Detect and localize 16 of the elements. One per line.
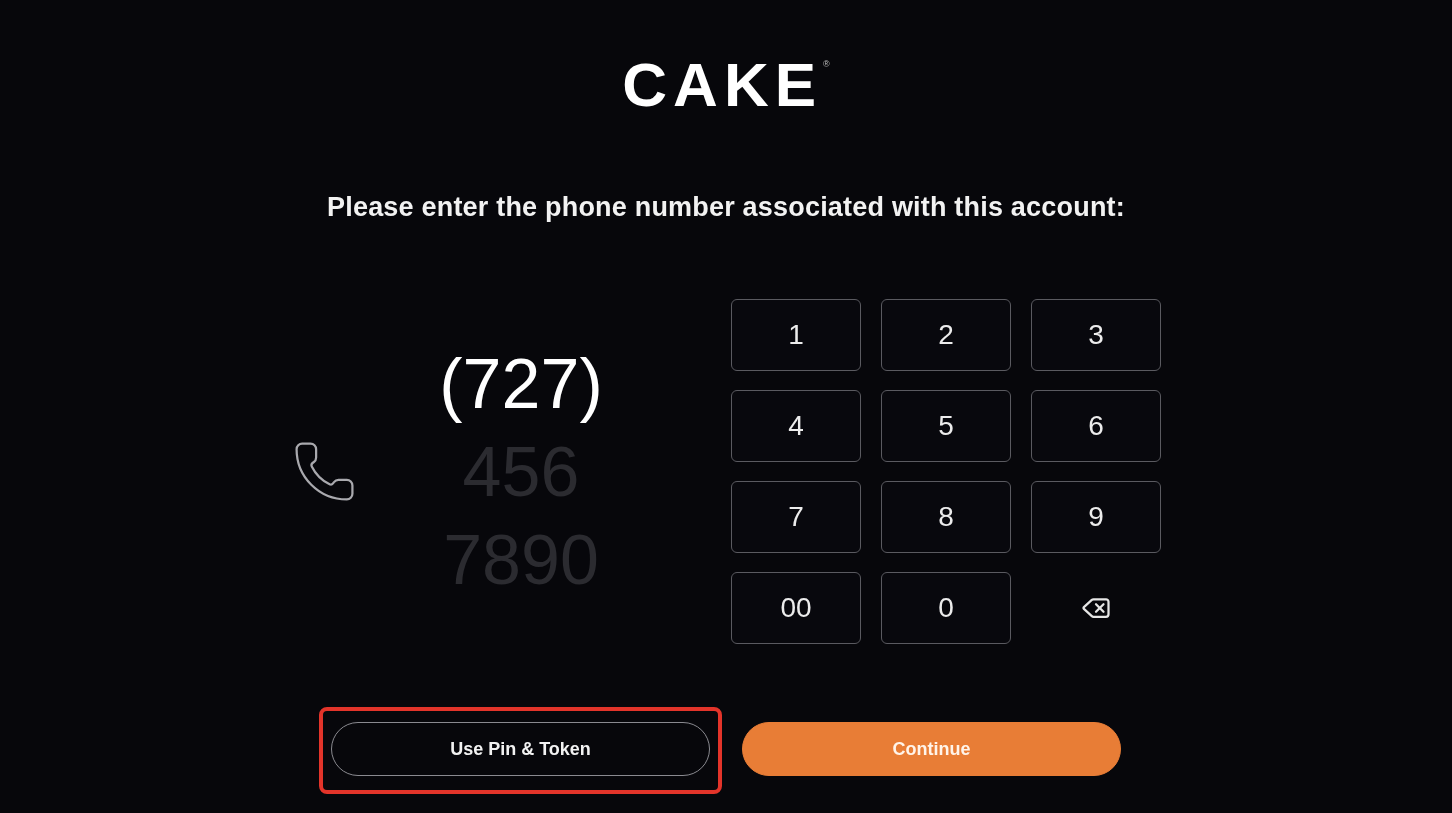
prompt-text: Please enter the phone number associated with this account: [327, 191, 1125, 224]
keypad-key[interactable]: 4 [731, 390, 861, 462]
keypad-key[interactable]: 3 [1031, 299, 1161, 371]
keypad-key[interactable]: 2 [881, 299, 1011, 371]
phone-number-text: (727) [439, 343, 603, 425]
keypad-key[interactable]: 6 [1031, 390, 1161, 462]
secondary-button[interactable]: Use Pin & Token [331, 722, 710, 776]
keypad-key[interactable]: 00 [731, 572, 861, 644]
keypad-key[interactable]: 9 [1031, 481, 1161, 553]
keypad-key[interactable]: 5 [881, 390, 1011, 462]
keypad-key[interactable]: 1 [731, 299, 861, 371]
registered-mark: ® [823, 60, 830, 69]
keypad-key[interactable]: 8 [881, 481, 1011, 553]
keypad-key[interactable]: 7 [731, 481, 861, 553]
keypad-key[interactable]: 0 [881, 572, 1011, 644]
logo-wordmark: CAKE [622, 54, 822, 116]
